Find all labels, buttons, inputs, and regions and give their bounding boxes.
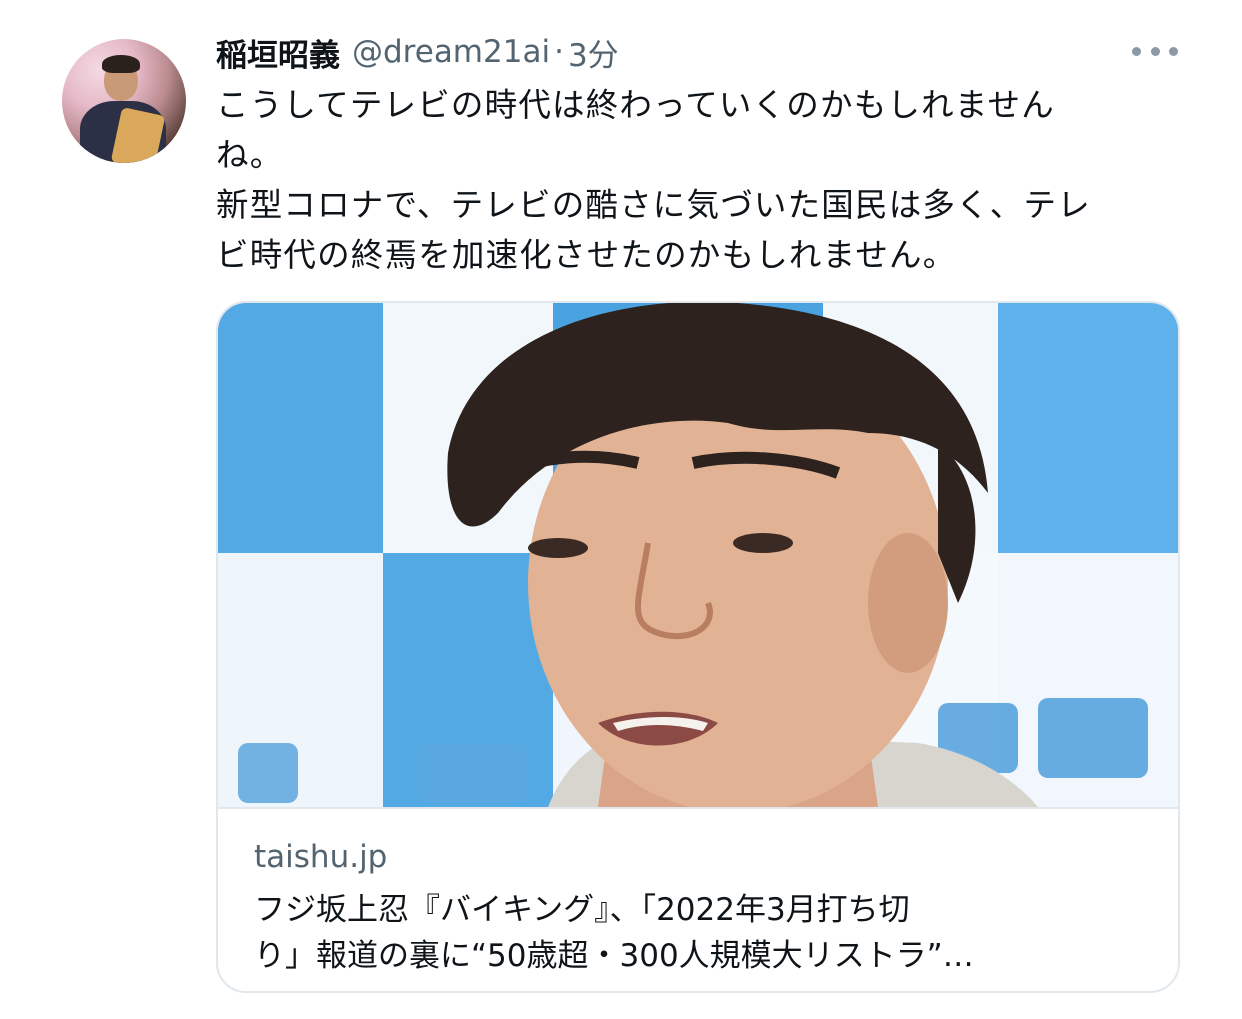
tweet-text-line: ね。 xyxy=(216,136,284,174)
tweet-header: 稲垣昭義 @dream21ai · 3分 xyxy=(216,30,619,74)
tweet-text-line: こうしてテレビの時代は終わっていくのかもしれません xyxy=(216,86,1055,124)
link-card-image[interactable] xyxy=(218,303,1178,807)
separator-dot: · xyxy=(554,34,564,70)
tweet[interactable]: 稲垣昭義 @dream21ai · 3分 こうしてテレビの時代は終わっていくのか… xyxy=(0,0,1242,1019)
article-photo xyxy=(218,303,1178,807)
link-title-line: フジ坂上忍『バイキング』、「2022年3月打ち切 xyxy=(254,892,910,928)
timestamp[interactable]: 3分 xyxy=(568,30,619,75)
link-title: フジ坂上忍『バイキング』、「2022年3月打ち切 り」報道の裏に“50歳超・30… xyxy=(254,887,1134,979)
avatar[interactable] xyxy=(62,39,186,163)
user-handle[interactable]: @dream21ai xyxy=(352,34,550,70)
more-horizontal-icon[interactable] xyxy=(1132,36,1178,66)
tweet-text-line: 新型コロナで、テレビの酷さに気づいた国民は多く、テレ xyxy=(216,186,1091,224)
tweet-text: こうしてテレビの時代は終わっていくのかもしれません ね。 新型コロナで、テレビの… xyxy=(216,80,1176,280)
link-card-meta[interactable]: taishu.jp フジ坂上忍『バイキング』、「2022年3月打ち切 り」報道の… xyxy=(218,807,1178,991)
link-card[interactable]: taishu.jp フジ坂上忍『バイキング』、「2022年3月打ち切 り」報道の… xyxy=(216,301,1180,993)
display-name[interactable]: 稲垣昭義 xyxy=(216,30,340,75)
tweet-text-line: ビ時代の終焉を加速化させたのかもしれません。 xyxy=(216,236,957,274)
link-title-line: り」報道の裏に“50歳超・300人規模大リストラ”… xyxy=(254,938,974,974)
avatar-figure-hair xyxy=(102,55,140,73)
more-dot xyxy=(1132,46,1141,56)
more-dot xyxy=(1169,46,1178,56)
link-domain: taishu.jp xyxy=(254,839,388,875)
more-dot xyxy=(1150,46,1160,56)
